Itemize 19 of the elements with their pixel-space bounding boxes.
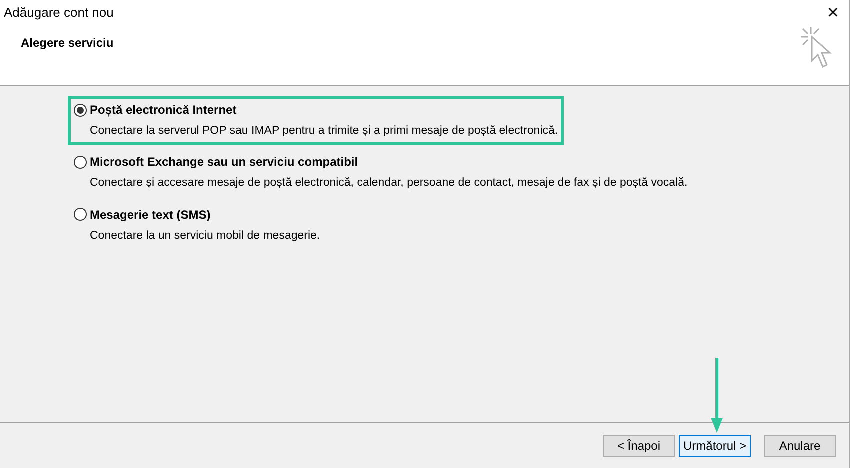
dialog-button[interactable]: Anulare	[764, 434, 836, 456]
dialog-button[interactable]: < Înapoi	[603, 434, 675, 456]
service-option[interactable]: Poștă electronică Internet Conectare la serverul POP sau IMAP pentru a trimite și a primi mesaje de poștă electronică.	[68, 96, 564, 146]
option-description: Conectare la un serviciu mobil de mesagerie.	[89, 228, 320, 244]
option-label: Mesagerie text (SMS)	[90, 206, 211, 224]
close-button[interactable]: ×	[827, 3, 839, 23]
page-heading: Alegere serviciu	[21, 35, 114, 52]
service-option[interactable]: Mesagerie text (SMS) Conectare la un serviciu mobil de mesagerie.	[68, 200, 326, 250]
radio-button[interactable]	[74, 104, 87, 116]
dialog-button[interactable]: Următorul >	[679, 434, 751, 456]
annotation-arrow-icon	[710, 358, 724, 434]
option-label: Poștă electronică Internet	[90, 102, 237, 119]
radio-button[interactable]	[74, 156, 87, 169]
option-description: Conectare și accesare mesaje de poștă electronică, calendar, persoane de contact, mesaje de fax și de poștă vocală.	[89, 176, 688, 192]
radio-button[interactable]	[74, 208, 87, 221]
option-description: Conectare la serverul POP sau IMAP pentru a trimite și a primi mesaje de poștă electronică.	[89, 124, 558, 139]
window-title: Adăugare cont nou	[4, 4, 114, 22]
option-label: Microsoft Exchange sau un serviciu compatibil	[90, 154, 358, 172]
service-option[interactable]: Microsoft Exchange sau un serviciu compatibil Conectare și accesare mesaje de poștă electronică, calendar, persoane de contact, mesaje de fax și de poștă vocală.	[68, 148, 694, 198]
